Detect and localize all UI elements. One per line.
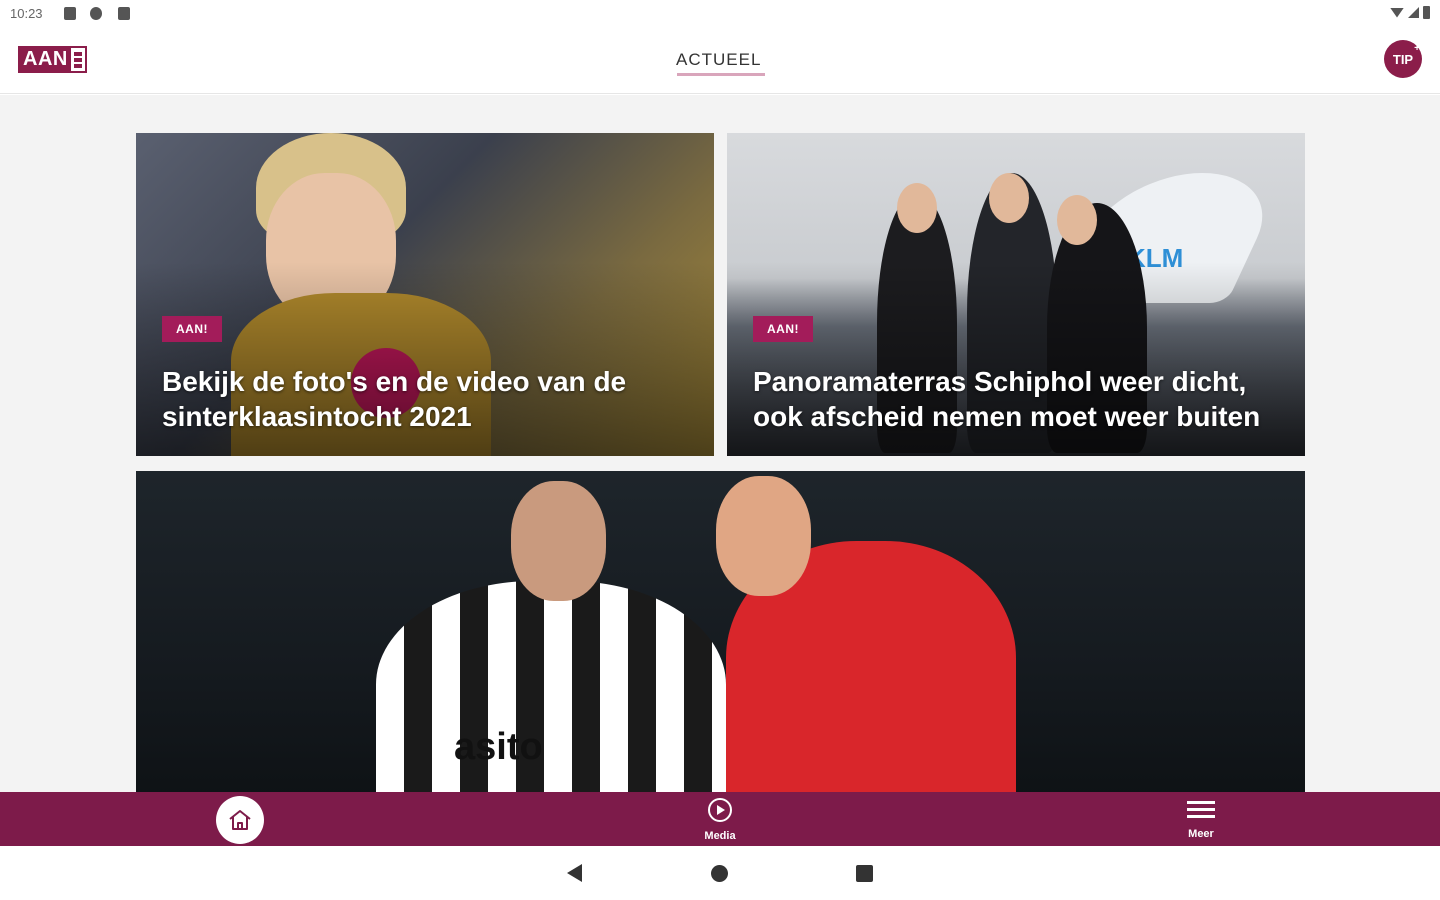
battery-icon [1423,6,1430,19]
nav-home[interactable] [214,792,266,846]
status-bar: 10:23 [0,0,1440,28]
app-header: AAN ACTUEEL TIP + [0,28,1440,94]
nav-media[interactable]: Media [690,792,750,846]
photo-player-head [511,481,606,601]
tip-label: TIP [1392,51,1414,67]
logo-mark [70,48,85,71]
photo-player-heracles [376,581,726,792]
photo-player-head [716,476,811,596]
article-card-large[interactable]: asito [136,471,1305,792]
system-nav-bar [0,846,1440,900]
signal-icon [1408,7,1419,18]
news-feed: AAN! Bekijk de foto's en de video van de… [0,95,1440,792]
photo-face [989,173,1029,223]
article-card[interactable]: AAN! Bekijk de foto's en de video van de… [136,133,714,456]
article-badge: AAN! [162,316,222,342]
article-headline: Bekijk de foto's en de video van de sint… [162,366,627,432]
article-headline: Panoramaterras Schiphol weer dicht, ook … [753,366,1261,432]
home-icon [216,796,264,844]
nav-meer[interactable]: Meer [1172,792,1230,846]
app-notification-icon [90,7,102,20]
tab-actueel[interactable]: ACTUEEL [676,50,761,70]
photo-face [897,183,937,233]
wifi-icon [1390,7,1404,18]
menu-icon [1187,799,1215,826]
aan-logo[interactable]: AAN [18,46,87,73]
bottom-nav: Media Meer [0,792,1440,846]
status-time: 10:23 [10,6,43,21]
tab-active-indicator [677,73,765,76]
system-home-icon[interactable] [711,865,728,882]
photo-shirt-sponsor: asito [454,726,543,768]
nav-media-label: Media [704,829,736,842]
play-icon [707,797,733,828]
photo-face [1057,195,1097,245]
tip-button[interactable]: TIP + [1384,40,1422,78]
article-card[interactable]: KLM AAN! Panoramaterras Schiphol weer di… [727,133,1305,456]
tip-plus: + [1414,43,1420,54]
nav-meer-label: Meer [1188,827,1214,840]
recents-icon[interactable] [856,865,873,882]
sd-card-icon [118,7,130,20]
notification-icon [64,7,76,20]
back-icon[interactable] [567,864,582,882]
article-badge: AAN! [753,316,813,342]
logo-text: AAN [20,48,71,71]
status-right [1390,6,1430,19]
